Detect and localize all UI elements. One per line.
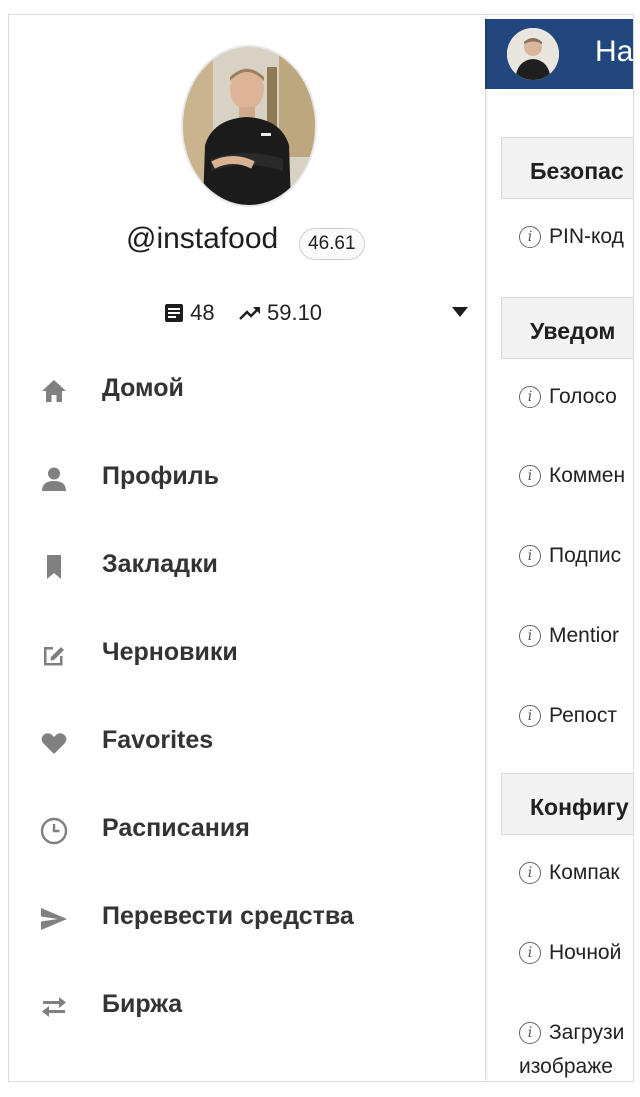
setting-follows[interactable]: i Подпис: [519, 544, 621, 568]
send-icon: [41, 908, 67, 930]
section-security: Безопас: [501, 137, 633, 199]
setting-label: Репост: [549, 704, 617, 727]
menu-item-drafts[interactable]: Черновики: [9, 611, 485, 699]
menu-item-transfer[interactable]: Перевести средства: [9, 875, 485, 963]
info-icon: i: [519, 386, 541, 408]
info-icon: i: [519, 1022, 541, 1044]
info-icon: i: [519, 226, 541, 248]
setting-label: Ночной: [549, 941, 622, 964]
bookmark-icon: [47, 555, 61, 579]
menu-item-bookmarks[interactable]: Закладки: [9, 523, 485, 611]
menu-item-exchange[interactable]: Биржа: [9, 963, 485, 1051]
header-avatar[interactable]: [507, 28, 559, 80]
setting-label: Компак: [549, 861, 620, 884]
username: @instafood: [126, 222, 279, 255]
edit-icon: [44, 647, 64, 666]
trend-value: 59.10: [266, 300, 323, 326]
dropdown-arrow-icon[interactable]: [451, 306, 469, 318]
settings-title: На: [595, 35, 634, 68]
menu-item-favorites[interactable]: Favorites: [9, 699, 485, 787]
home-icon: [42, 380, 66, 402]
info-icon: i: [519, 465, 541, 487]
menu-label: Черновики: [102, 638, 238, 666]
post-count: 48: [190, 300, 215, 326]
post-list-icon: [165, 304, 183, 323]
menu-item-home[interactable]: Домой: [9, 347, 485, 435]
setting-image-load[interactable]: i Загрузи: [519, 1021, 624, 1045]
setting-image-load-line2: изображе: [519, 1055, 613, 1078]
heart-icon: [41, 733, 67, 754]
setting-label: PIN-код: [549, 225, 624, 248]
clock-icon: [40, 817, 68, 845]
menu-label: Favorites: [102, 726, 214, 754]
menu-label: Перевести средства: [102, 902, 354, 930]
setting-compact[interactable]: i Компак: [519, 861, 620, 885]
menu-label: Биржа: [102, 990, 183, 1018]
profile-avatar[interactable]: [181, 45, 317, 207]
setting-label: Коммен: [549, 464, 626, 487]
menu-item-profile[interactable]: Профиль: [9, 435, 485, 523]
person-icon: [42, 467, 66, 491]
menu-label: Профиль: [102, 462, 220, 490]
section-notifications: Уведом: [501, 297, 633, 359]
setting-label: Подпис: [549, 544, 622, 567]
setting-reblogs[interactable]: i Репост: [519, 704, 617, 728]
setting-label: Голосо: [549, 385, 617, 408]
menu-label: Расписания: [102, 814, 250, 842]
trending-up-icon: [239, 307, 260, 321]
menu-item-schedules[interactable]: Расписания: [9, 787, 485, 875]
app-frame: На Безопас i PIN-код Уведом i Голосо i Комм…: [8, 14, 634, 1082]
settings-screen: На Безопас i PIN-код Уведом i Голосо i Комм…: [485, 15, 634, 1081]
info-icon: i: [519, 942, 541, 964]
reputation-badge: 46.61: [299, 228, 365, 260]
navigation-drawer: @instafood 46.61 48 59.10 Домой Профиль …: [9, 15, 485, 1081]
settings-header: На: [485, 19, 634, 89]
setting-votes[interactable]: i Голосо: [519, 385, 617, 409]
menu-label: Домой: [102, 374, 184, 402]
setting-comments[interactable]: i Коммен: [519, 464, 625, 488]
setting-mentions[interactable]: i Mentior: [519, 624, 619, 648]
section-config: Конфигу: [501, 773, 633, 835]
setting-label: Mentior: [549, 624, 620, 647]
setting-night-mode[interactable]: i Ночной: [519, 941, 621, 965]
account-stats: 48 59.10: [164, 299, 322, 326]
info-icon: i: [519, 545, 541, 567]
info-icon: i: [519, 862, 541, 884]
menu-label: Закладки: [102, 550, 218, 578]
setting-pin-code[interactable]: i PIN-код: [519, 225, 624, 249]
swap-icon: [42, 997, 66, 1017]
setting-label: Загрузи: [549, 1021, 625, 1044]
info-icon: i: [519, 625, 541, 647]
info-icon: i: [519, 705, 541, 727]
